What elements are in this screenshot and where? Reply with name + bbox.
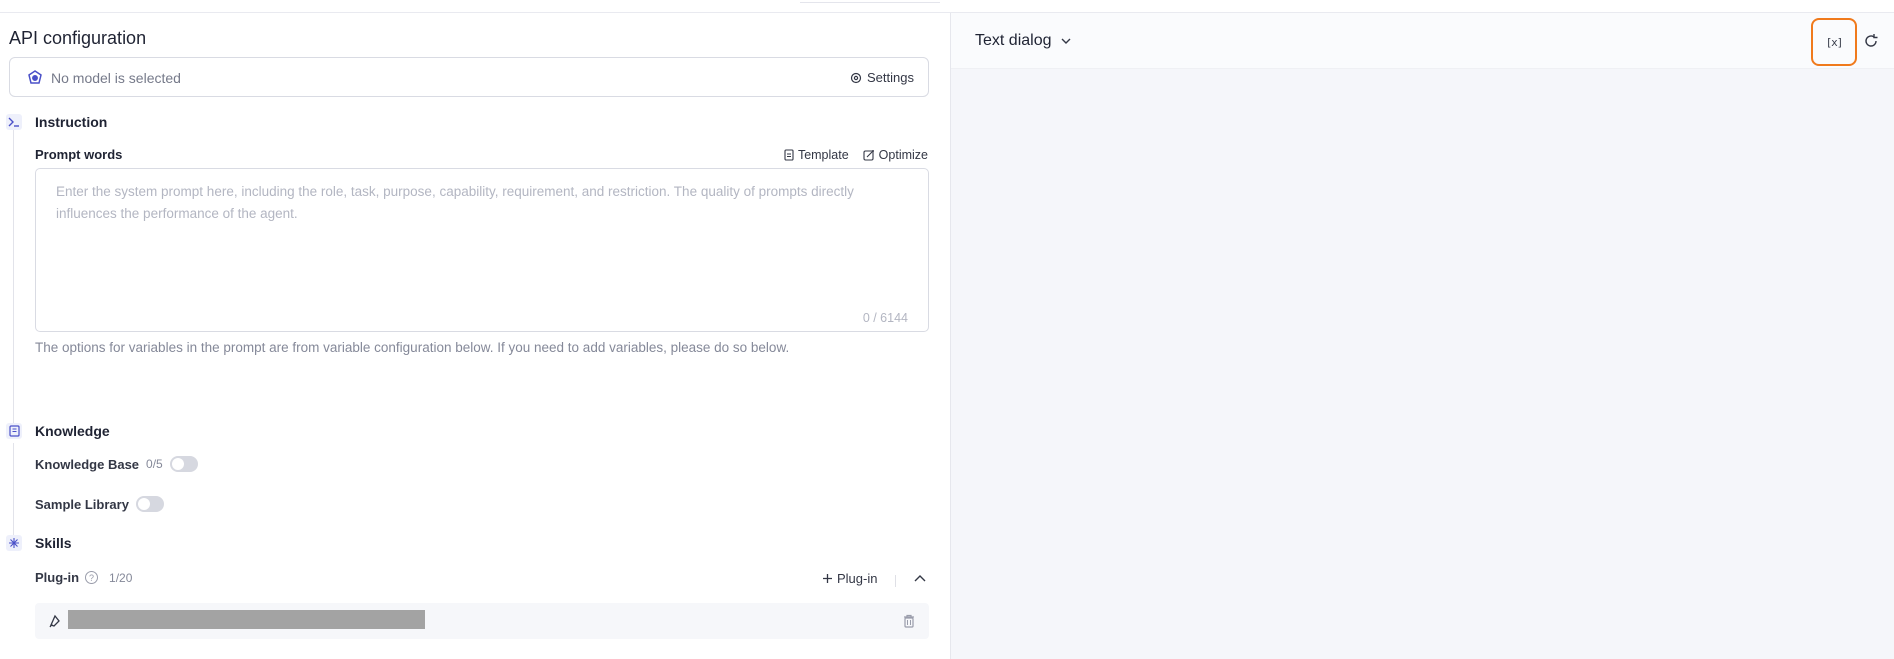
- instruction-connector-line: [13, 125, 14, 425]
- model-icon: [28, 70, 42, 84]
- plus-icon: [823, 574, 832, 583]
- toolbar-separator: [895, 575, 896, 587]
- char-counter: 0 / 6144: [862, 311, 908, 325]
- template-icon: [784, 149, 794, 161]
- dialog-type-dropdown[interactable]: Text dialog: [975, 32, 1072, 50]
- terminal-icon: [6, 114, 22, 130]
- plugin-name-redacted: [68, 610, 425, 629]
- top-bar: [0, 0, 1894, 13]
- plugin-row: Plug-in ? 1/20: [35, 570, 132, 585]
- settings-icon: [850, 72, 862, 83]
- variables-button[interactable]: [x]: [1811, 18, 1857, 66]
- sample-library-row: Sample Library: [35, 496, 164, 512]
- sample-library-toggle[interactable]: [135, 496, 164, 512]
- instruction-title: Instruction: [35, 114, 108, 130]
- help-icon[interactable]: ?: [85, 571, 99, 584]
- optimize-icon: [863, 150, 874, 161]
- knowledge-base-row: Knowledge Base 0/5: [35, 456, 198, 472]
- plugin-count: 1/20: [109, 570, 133, 585]
- model-placeholder: No model is selected: [51, 70, 181, 86]
- dialog-header: [951, 13, 1894, 69]
- template-button[interactable]: Template: [784, 148, 849, 162]
- plugin-icon: [49, 614, 60, 628]
- plugin-label: Plug-in: [35, 570, 80, 585]
- model-selector[interactable]: No model is selected Settings: [9, 57, 929, 97]
- top-tab-indicator: [800, 0, 940, 3]
- knowledge-title: Knowledge: [35, 423, 110, 439]
- chevron-down-icon: [1061, 38, 1070, 44]
- optimize-label: Optimize: [878, 148, 928, 162]
- optimize-button[interactable]: Optimize: [863, 148, 928, 162]
- add-plugin-label: Plug-in: [837, 571, 878, 586]
- prompt-words-label: Prompt words: [35, 147, 123, 162]
- dialog-title: Text dialog: [975, 32, 1052, 49]
- dialog-panel: Text dialog [x]: [951, 13, 1894, 659]
- knowledge-icon: [6, 423, 22, 439]
- knowledge-connector-line: [13, 443, 14, 543]
- api-config-title: API configuration: [9, 28, 147, 48]
- knowledge-base-count: 0/5: [146, 457, 163, 471]
- refresh-icon[interactable]: [1863, 33, 1879, 49]
- template-label: Template: [797, 148, 849, 162]
- prompt-box: 0 / 6144: [35, 168, 929, 332]
- sample-library-label: Sample Library: [35, 496, 129, 512]
- knowledge-base-label: Knowledge Base: [35, 456, 140, 472]
- knowledge-base-toggle[interactable]: [169, 456, 198, 472]
- config-panel: API configuration No model is selected S…: [0, 13, 950, 659]
- prompt-textarea[interactable]: [36, 169, 928, 331]
- skills-icon: [6, 535, 22, 551]
- trash-icon[interactable]: [901, 613, 917, 629]
- variables-hint: The options for variables in the prompt …: [35, 340, 790, 355]
- variable-icon: [x]: [1825, 35, 1844, 49]
- add-plugin-button[interactable]: Plug-in: [822, 571, 877, 586]
- settings-button[interactable]: Settings: [850, 70, 914, 85]
- skills-title: Skills: [35, 535, 72, 551]
- chevron-up-icon[interactable]: [912, 571, 928, 587]
- plugin-list-item: [35, 603, 929, 639]
- settings-label: Settings: [867, 70, 914, 85]
